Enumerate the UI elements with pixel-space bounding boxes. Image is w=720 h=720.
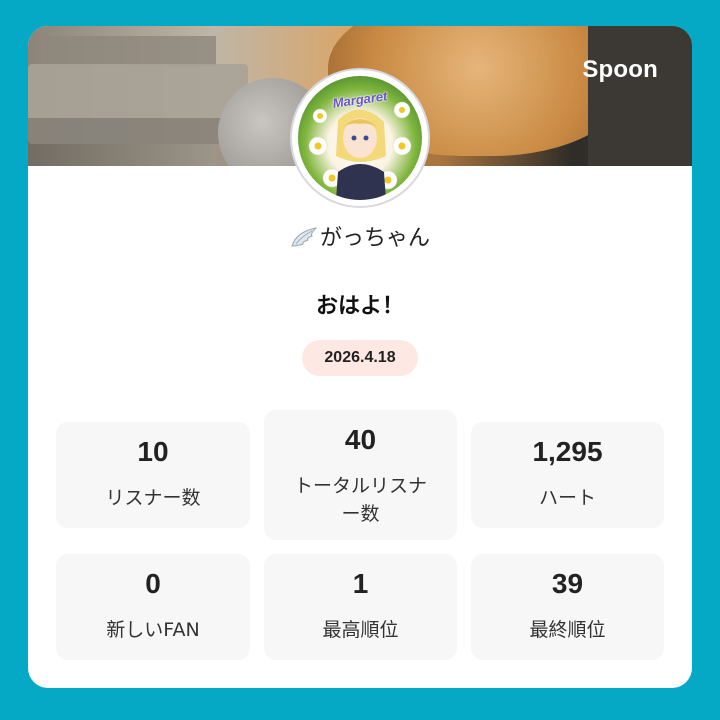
share-card: Spoon Margaret がっちゃん おはよ！ 2026.4.18 10 リ… [28, 26, 692, 688]
stat-listeners: 10 リスナー数 [56, 422, 250, 528]
wing-icon [290, 226, 318, 254]
stat-new-fans: 0 新しいFAN [56, 554, 250, 660]
stat-value: 39 [551, 568, 584, 599]
stat-hearts: 1,295 ハート [471, 422, 664, 528]
username: がっちゃん [319, 226, 430, 251]
stat-label: トータルリスナー数 [293, 475, 427, 525]
stat-label: 最終順位 [529, 619, 606, 641]
stat-value: 1 [352, 568, 369, 599]
stat-total-listeners: 40 トータルリスナー数 [264, 410, 457, 540]
stat-value: 40 [344, 424, 377, 455]
avatar[interactable]: Margaret [292, 70, 428, 206]
date-badge: 2026.4.18 [302, 340, 418, 376]
stat-label: ハート [538, 487, 596, 509]
spoon-logo: Spoon [582, 56, 658, 83]
stat-value: 10 [137, 436, 169, 467]
stat-label: リスナー数 [105, 487, 201, 509]
broadcast-title: おはよ！ [315, 294, 404, 319]
stat-value: 0 [145, 568, 161, 599]
stat-label: 新しいFAN [106, 619, 200, 641]
username-row[interactable]: がっちゃん [28, 220, 692, 254]
stat-value: 1,295 [532, 436, 603, 467]
stat-final-rank: 39 最終順位 [471, 554, 664, 660]
avatar-image: Margaret [298, 76, 422, 200]
stat-best-rank: 1 最高順位 [264, 554, 457, 660]
stat-label: 最高順位 [322, 619, 399, 641]
